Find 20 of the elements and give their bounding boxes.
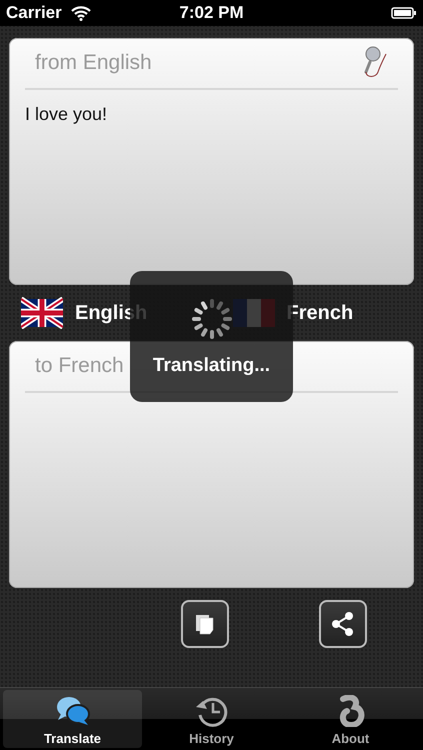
carrier-name: Carrier (6, 3, 62, 23)
chat-bubbles-icon (54, 695, 90, 727)
flag-icon[interactable] (21, 297, 63, 329)
copy-button[interactable] (181, 600, 229, 648)
copy-icon (194, 613, 216, 635)
source-placeholder: from English (35, 51, 152, 75)
battery-icon (391, 7, 417, 19)
tab[interactable]: Translate (3, 690, 142, 748)
share-button[interactable] (319, 600, 367, 648)
tab[interactable]: History (142, 690, 281, 748)
source-text: I love you! (25, 103, 108, 126)
progress-message: Translating... (152, 354, 270, 376)
clock-icon (194, 695, 230, 727)
wifi-icon (70, 5, 92, 21)
source-text-card[interactable]: from English I love you! (9, 38, 414, 285)
share-icon (330, 611, 356, 637)
spinner-icon (190, 296, 234, 340)
tab[interactable]: About (281, 690, 420, 748)
status-time: 7:02 PM (179, 3, 244, 23)
target-placeholder: to French (35, 354, 124, 378)
